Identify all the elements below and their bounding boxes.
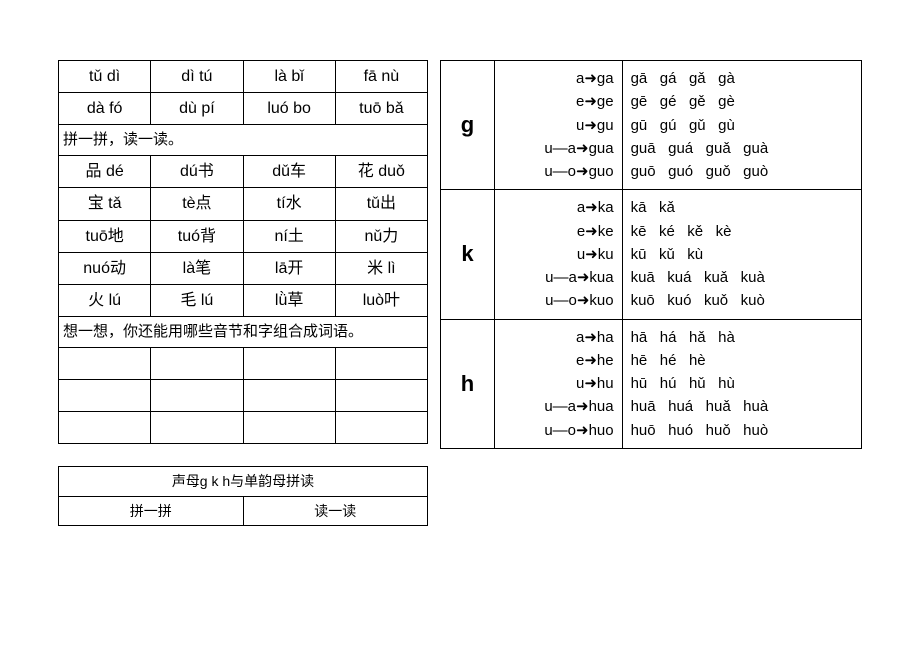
cell: luò叶 — [335, 284, 427, 316]
mini-col1: 拼一拼 — [59, 496, 244, 525]
cell: lā开 — [243, 252, 335, 284]
cell: tè点 — [151, 188, 243, 220]
empty-cell — [335, 347, 427, 379]
cell: fā nù — [335, 61, 427, 93]
cell: 宝 tǎ — [59, 188, 151, 220]
cell: nuó动 — [59, 252, 151, 284]
tones-g: gā gá gǎ gà gē gé gě gè gū gú gǔ gù guā … — [622, 61, 861, 190]
section-label-2: 想一想，你还能用哪些音节和字组合成词语。 — [59, 317, 428, 348]
empty-cell — [151, 380, 243, 412]
empty-cell — [59, 347, 151, 379]
empty-cell — [59, 380, 151, 412]
consonant-combination-table: g a➜gae➜geu➜guu—a➜guau—o➜guo gā gá gǎ gà… — [440, 60, 862, 449]
cell: dà fó — [59, 93, 151, 125]
cell: ní土 — [243, 220, 335, 252]
rules-k: a➜kae➜keu➜kuu—a➜kuau—o➜kuo — [495, 190, 623, 319]
tones-h: hā há hǎ hà hē hé hè hū hú hǔ hù huā huá… — [622, 319, 861, 448]
cell: dú书 — [151, 156, 243, 188]
cell: tǔ出 — [335, 188, 427, 220]
mini-col2: 读一读 — [243, 496, 428, 525]
consonant-k: k — [441, 190, 495, 319]
cell: dù pí — [151, 93, 243, 125]
rules-g: a➜gae➜geu➜guu—a➜guau—o➜guo — [495, 61, 623, 190]
cell: tí水 — [243, 188, 335, 220]
mini-title: 声母g k h与单韵母拼读 — [59, 467, 428, 496]
cell: 毛 lú — [151, 284, 243, 316]
cell: luó bo — [243, 93, 335, 125]
cell: dì tú — [151, 61, 243, 93]
pinyin-practice-table: tǔ dì dì tú là bǐ fā nù dà fó dù pí luó … — [58, 60, 428, 444]
cell: là bǐ — [243, 61, 335, 93]
cell: dǔ车 — [243, 156, 335, 188]
empty-cell — [243, 412, 335, 444]
section-label-1: 拼一拼，读一读。 — [59, 125, 428, 156]
cell: tuō bǎ — [335, 93, 427, 125]
cell: tuō地 — [59, 220, 151, 252]
cell: 火 lú — [59, 284, 151, 316]
empty-cell — [59, 412, 151, 444]
empty-cell — [243, 347, 335, 379]
empty-cell — [335, 380, 427, 412]
cell: 花 duǒ — [335, 156, 427, 188]
empty-cell — [243, 380, 335, 412]
gkh-intro-table: 声母g k h与单韵母拼读 拼一拼 读一读 — [58, 466, 428, 526]
cell: tuó背 — [151, 220, 243, 252]
cell: 品 dé — [59, 156, 151, 188]
cell: nǔ力 — [335, 220, 427, 252]
tones-k: kā kǎ kē ké kě kè kū kǔ kù kuā kuá kuǎ k… — [622, 190, 861, 319]
cell: lǜ草 — [243, 284, 335, 316]
empty-cell — [151, 347, 243, 379]
cell: là笔 — [151, 252, 243, 284]
cell: tǔ dì — [59, 61, 151, 93]
cell: 米 lì — [335, 252, 427, 284]
rules-h: a➜hae➜heu➜huu—a➜huau—o➜huo — [495, 319, 623, 448]
consonant-h: h — [441, 319, 495, 448]
consonant-g: g — [441, 61, 495, 190]
empty-cell — [335, 412, 427, 444]
empty-cell — [151, 412, 243, 444]
